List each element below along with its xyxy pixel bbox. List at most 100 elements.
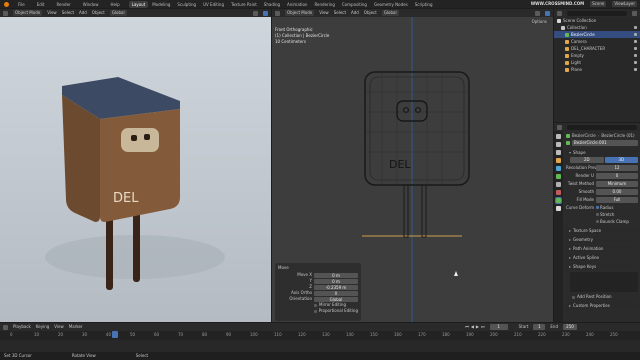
properties-tab-icon[interactable] xyxy=(556,174,561,179)
left-menu-view[interactable]: View xyxy=(47,10,57,16)
outliner-editor-icon[interactable] xyxy=(557,10,562,16)
add-rest-position-row[interactable]: Add Rest Position xyxy=(566,294,638,300)
workspace-tab-uv-editing[interactable]: UV Editing xyxy=(200,1,227,8)
timeline-menu-playback[interactable]: Playback xyxy=(13,324,31,330)
visibility-eye-icon[interactable] xyxy=(634,61,637,64)
overlay-icon[interactable] xyxy=(253,10,258,16)
right-menu-add[interactable]: Add xyxy=(351,10,359,16)
visibility-eye-icon[interactable] xyxy=(634,40,637,43)
workspace-tab-layout[interactable]: Layout xyxy=(128,0,149,8)
menu-window[interactable]: Window xyxy=(80,1,102,8)
properties-tab-icon[interactable] xyxy=(556,190,561,195)
outliner-item[interactable]: Empty xyxy=(554,52,640,59)
workspace-tab-sculpting[interactable]: Sculpting xyxy=(174,1,199,8)
wireframe-shading-icon[interactable] xyxy=(545,10,550,16)
right-menu-object[interactable]: Object xyxy=(364,10,377,16)
shape-property-field[interactable]: 0 xyxy=(596,173,638,179)
overlay-icon[interactable] xyxy=(535,10,540,16)
shape-property-field[interactable]: Full xyxy=(596,197,638,203)
operator-value-field[interactable]: 0 m xyxy=(314,272,358,278)
right-mode-dropdown[interactable]: Object Mode xyxy=(285,10,315,16)
end-frame-field[interactable]: 250 xyxy=(563,324,577,330)
outliner-search[interactable] xyxy=(567,10,627,16)
collapsed-panel-header[interactable]: ▸ Custom Properties xyxy=(566,302,638,309)
button-3d[interactable]: 3D xyxy=(604,157,638,163)
collapsed-panel-header[interactable]: ▸ Geometry xyxy=(566,236,638,243)
visibility-eye-icon[interactable] xyxy=(634,68,637,71)
outliner-item[interactable]: Collection xyxy=(554,24,640,31)
visibility-eye-icon[interactable] xyxy=(634,47,637,50)
operator-value-field[interactable]: 0 m xyxy=(314,278,358,284)
collapsed-panel-header[interactable]: ▸ Texture Space xyxy=(566,227,638,234)
operator-value-field[interactable]: Global xyxy=(314,296,358,302)
properties-search[interactable] xyxy=(567,124,637,130)
outliner-item[interactable]: Light xyxy=(554,59,640,66)
properties-tab-icon[interactable] xyxy=(556,182,561,187)
properties-tab-icon[interactable] xyxy=(556,206,561,211)
properties-tab-icon[interactable] xyxy=(555,197,562,204)
current-frame-field[interactable]: 1 xyxy=(489,324,508,330)
shape-property-field[interactable]: Minimum xyxy=(596,181,638,187)
menu-file[interactable]: File xyxy=(15,1,28,8)
timeline-menu-keying[interactable]: Keying xyxy=(36,324,49,330)
left-menu-add[interactable]: Add xyxy=(79,10,87,16)
properties-tab-icon[interactable] xyxy=(556,150,561,155)
playhead[interactable] xyxy=(112,331,118,338)
rendered-viewport[interactable]: Object Mode View Select Add Object Globa… xyxy=(0,9,271,322)
workspace-tab-rendering[interactable]: Rendering xyxy=(311,1,337,8)
outliner-item[interactable]: Camera xyxy=(554,38,640,45)
frame-ruler[interactable]: 0 10 20 30 40 50 60 70 80 90 100 110 120 130 140 150 160… xyxy=(0,331,640,340)
editor-type-icon[interactable] xyxy=(275,10,280,16)
outliner-item[interactable]: DEL_CHARACTER xyxy=(554,45,640,52)
timeline-menu-view[interactable]: View xyxy=(54,324,64,330)
left-menu-object[interactable]: Object xyxy=(92,10,105,16)
properties-tab-icon[interactable] xyxy=(556,166,561,171)
operator-value-field[interactable]: -0.2359 m xyxy=(314,284,358,290)
scene-selector[interactable]: Scene xyxy=(590,1,607,7)
shape-panel-header[interactable]: ▾ Shape xyxy=(566,149,638,156)
left-orientation-dropdown[interactable]: Global xyxy=(109,10,127,16)
properties-tab-icon[interactable] xyxy=(556,134,561,139)
shape-keys-list[interactable] xyxy=(570,272,638,292)
button-2d[interactable]: 2D xyxy=(570,157,604,163)
ortho-viewport[interactable]: Object Mode View Select Add Object Globa… xyxy=(272,9,553,322)
play-reverse-icon[interactable]: ◀ xyxy=(471,324,474,330)
bounds-clamp-row[interactable]: Bounds Clamp xyxy=(566,218,638,225)
visibility-eye-icon[interactable] xyxy=(634,26,637,29)
shape-property-field[interactable]: 0.00 xyxy=(596,189,638,195)
menu-edit[interactable]: Edit xyxy=(34,1,48,8)
editor-type-icon[interactable] xyxy=(3,10,8,16)
collapsed-panel-header[interactable]: ▸ Active Spline xyxy=(566,254,638,261)
visibility-eye-icon[interactable] xyxy=(634,54,637,57)
workspace-tab-shading[interactable]: Shading xyxy=(261,1,283,8)
shape-property-field[interactable]: 12 xyxy=(596,165,638,171)
workspace-tab-modeling[interactable]: Modeling xyxy=(149,1,173,8)
properties-tab-icon[interactable] xyxy=(556,158,561,163)
blender-logo-icon[interactable] xyxy=(4,1,9,7)
shading-icon[interactable] xyxy=(263,10,268,16)
visibility-eye-icon[interactable] xyxy=(634,33,637,36)
proportional-editing-check[interactable]: Proportional Editing xyxy=(314,308,358,314)
timeline-editor-icon[interactable] xyxy=(3,324,8,330)
stretch-row[interactable]: Stretch xyxy=(566,211,638,218)
outliner-item[interactable]: Plane xyxy=(554,66,640,73)
jump-end-icon[interactable]: ⏭ xyxy=(481,324,485,330)
jump-start-icon[interactable]: ⏮ xyxy=(465,324,469,330)
right-menu-select[interactable]: Select xyxy=(334,10,346,16)
left-menu-select[interactable]: Select xyxy=(62,10,74,16)
outliner-item[interactable]: BezierCircle xyxy=(554,31,640,38)
menu-help[interactable]: Help xyxy=(107,1,122,8)
play-icon[interactable]: ▶ xyxy=(476,324,479,330)
properties-editor-icon[interactable] xyxy=(557,124,562,130)
workspace-tab-animation[interactable]: Animation xyxy=(284,1,310,8)
collapsed-panel-header[interactable]: ▸ Path Animation xyxy=(566,245,638,252)
scene-collection-row[interactable]: Scene Collection xyxy=(554,17,640,24)
right-orientation-dropdown[interactable]: Global xyxy=(381,10,399,16)
radius-check[interactable]: Radius xyxy=(599,205,613,211)
data-block-field[interactable]: BezierCircle.001 xyxy=(572,139,638,146)
operator-value-field[interactable]: X xyxy=(314,290,358,296)
workspace-tab-scripting[interactable]: Scripting xyxy=(412,1,436,8)
view-layer-selector[interactable]: ViewLayer xyxy=(612,1,637,7)
menu-render[interactable]: Render xyxy=(53,1,73,8)
start-frame-field[interactable]: 1 xyxy=(533,324,546,330)
